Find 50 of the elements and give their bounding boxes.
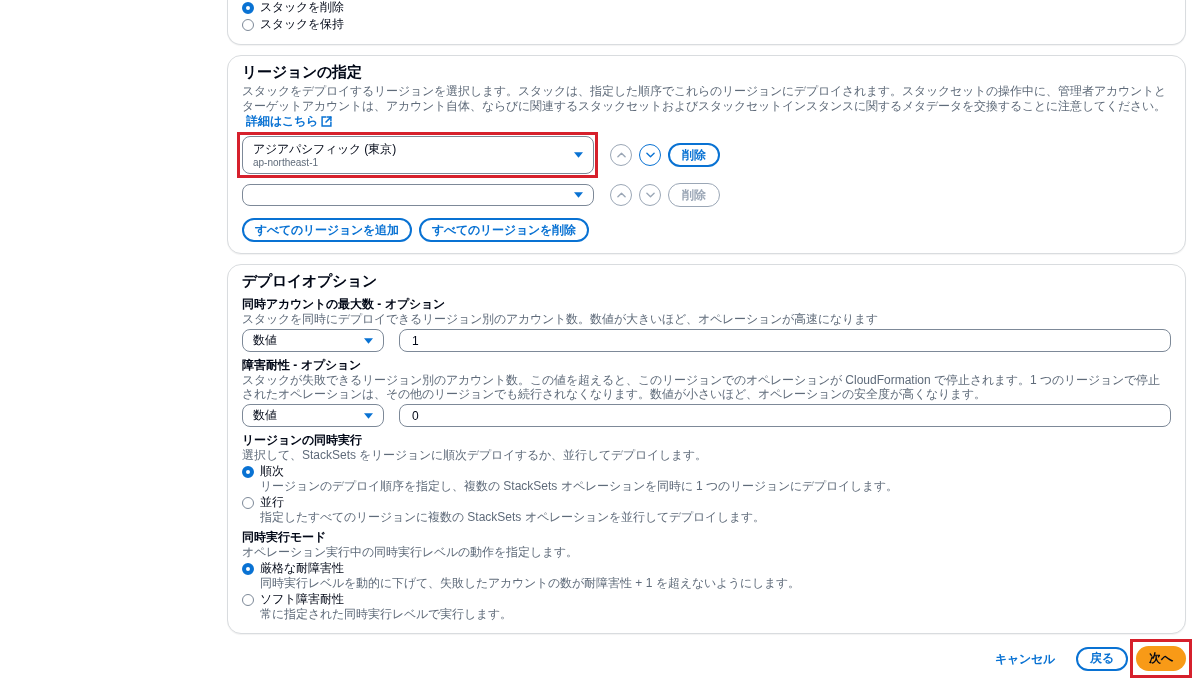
field-description: スタックが失敗できるリージョン別のアカウント数。この値を超えると、このリージョンでのオペレーションが CloudFormation で停止されます。1 つのリージョンで停止されたオペレーションは、その他のリージョンでも続行されなくなります。数値が小さいほど、オペレーションの安全度が高くなります。 <box>242 373 1162 401</box>
radio-label: 厳格な耐障害性 <box>260 561 344 576</box>
number-input[interactable]: 1 <box>399 329 1171 352</box>
caret-icon <box>364 337 373 344</box>
caret-icon <box>364 412 373 419</box>
radio-label: スタックを削除 <box>260 0 344 15</box>
external-link-icon <box>321 116 332 127</box>
radio-label: 順次 <box>260 464 284 479</box>
link-button[interactable]: キャンセル <box>995 650 1055 667</box>
chevron-up-icon <box>616 152 626 158</box>
caret-icon <box>574 152 583 158</box>
field-label: リージョンの同時実行 <box>242 433 363 448</box>
region-select[interactable]: アジアパシフィック (東京) ap-northeast-1 <box>242 136 594 174</box>
field-description: オペレーション実行中の同時実行レベルの動作を指定します。 <box>242 545 579 559</box>
field-label: 同時実行モード <box>242 530 327 545</box>
caret-icon <box>574 192 583 198</box>
primary-button[interactable]: 次へ <box>1136 646 1186 671</box>
section-title: デプロイオプション <box>242 271 378 291</box>
field-description: スタックを同時にデプロイできるリージョン別のアカウント数。数値が大きいほど、オペレーションが高速になります <box>242 312 879 326</box>
field-label: 同時アカウントの最大数 - オプション <box>242 297 446 312</box>
region-action-button[interactable]: すべてのリージョンを追加 <box>242 218 412 242</box>
radio-button[interactable] <box>242 562 254 575</box>
number-input[interactable]: 0 <box>399 404 1171 427</box>
radio-description: リージョンのデプロイ順序を指定し、複数の StackSets オペレーションを同時に 1 つのリージョンにデプロイします。 <box>260 479 900 493</box>
radio-button[interactable] <box>242 593 254 606</box>
remove-button[interactable]: 削除 <box>668 143 720 167</box>
unit-select[interactable]: 数値 <box>242 404 384 427</box>
radio-button[interactable] <box>242 465 254 478</box>
field-description: 選択して、StackSets をリージョンに順次デプロイするか、並行してデプロイします。 <box>242 448 709 462</box>
field-label: 障害耐性 - オプション <box>242 358 362 373</box>
section-title: リージョンの指定 <box>242 62 363 82</box>
radio-button[interactable] <box>242 496 254 509</box>
radio-description: 指定したすべてのリージョンに複数の StackSets オペレーションを並行してデプロイします。 <box>260 510 766 524</box>
radio-button[interactable] <box>242 18 254 31</box>
region-action-button[interactable]: すべてのリージョンを削除 <box>419 218 589 242</box>
move-down-button[interactable] <box>639 144 661 166</box>
radio-description: 同時実行レベルを動的に下げて、失敗したアカウントの数が耐障害性 + 1 を超えないようにします。 <box>260 576 801 590</box>
secondary-button[interactable]: 戻る <box>1076 646 1128 671</box>
section-description: スタックをデプロイするリージョンを選択します。スタックは、指定した順序でこれらのリージョンにデプロイされます。スタックセットの操作中に、管理者アカウントとターゲットアカウントは、アカウント自体、ならびに関連するスタックセットおよびスタックセットインスタンスに関するメタデータを交換することに注意してください。 詳細はこちら <box>242 84 1167 129</box>
radio-label: ソフト障害耐性 <box>260 592 344 607</box>
region-select[interactable] <box>242 184 594 206</box>
unit-select[interactable]: 数値 <box>242 329 384 352</box>
radio-label: スタックを保持 <box>260 17 344 32</box>
chevron-down-icon <box>645 192 655 198</box>
radio-label: 並行 <box>260 495 284 510</box>
chevron-down-icon <box>645 152 655 158</box>
radio-button[interactable] <box>242 1 254 14</box>
chevron-up-icon <box>616 192 626 198</box>
learn-more-link[interactable]: 詳細はこちら <box>246 114 332 129</box>
radio-description: 常に指定された同時実行レベルで実行します。 <box>260 607 513 621</box>
